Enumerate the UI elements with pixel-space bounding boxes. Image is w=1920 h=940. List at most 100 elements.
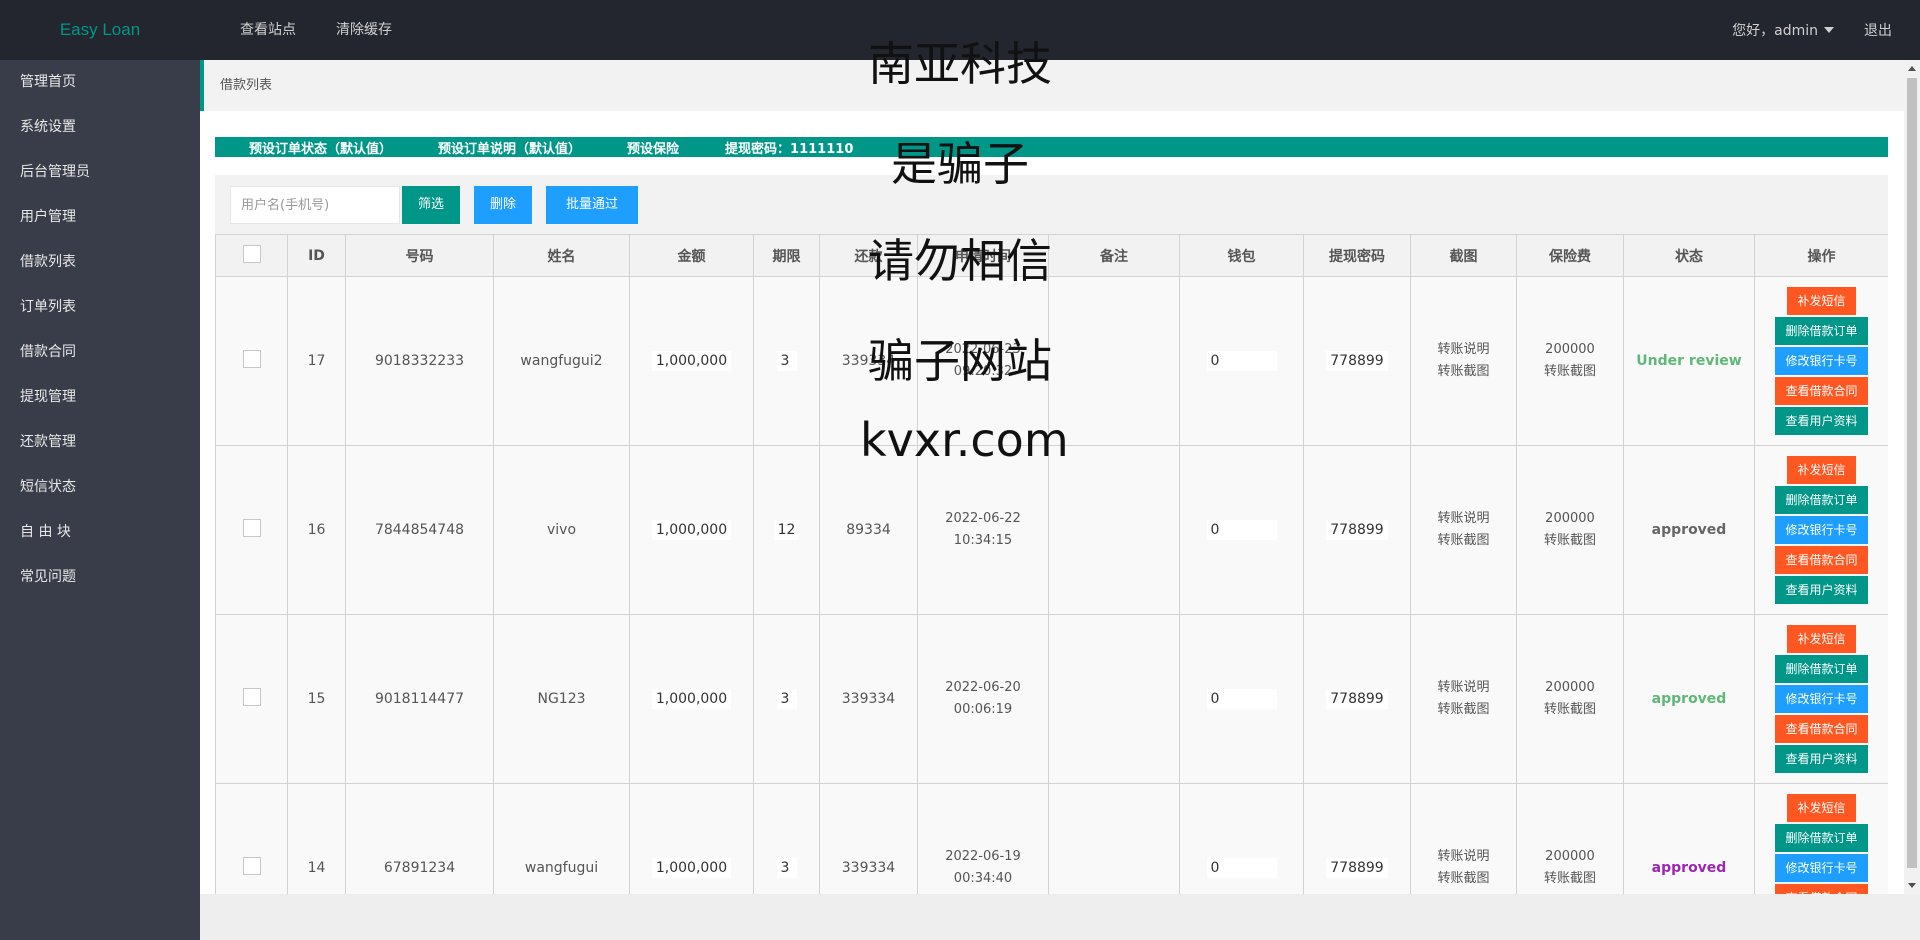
sidebar-item-withdrawals[interactable]: 提现管理 — [0, 375, 200, 420]
insurance-screenshot-link[interactable]: 转账截图 — [1517, 530, 1623, 552]
view-contract-button[interactable]: 查看借款合同 — [1775, 546, 1868, 574]
sidebar-item-orders[interactable]: 订单列表 — [0, 285, 200, 330]
view-contract-button[interactable]: 查看借款合同 — [1775, 715, 1868, 743]
delete-loan-order-button[interactable]: 删除借款订单 — [1775, 655, 1868, 683]
cell-apply-time: 2022-06-20 00:06:19 — [917, 614, 1049, 784]
sidebar-item-home[interactable]: 管理首页 — [0, 60, 200, 105]
sidebar-item-loans[interactable]: 借款列表 — [0, 240, 200, 285]
delete-loan-order-button[interactable]: 删除借款订单 — [1775, 317, 1868, 345]
cell-note — [1048, 445, 1180, 615]
sidebar-item-sms-status[interactable]: 短信状态 — [0, 465, 200, 510]
sidebar-item-contracts[interactable]: 借款合同 — [0, 330, 200, 375]
insurance-screenshot-link[interactable]: 转账截图 — [1517, 361, 1623, 383]
cell-insurance: 200000 转账截图 — [1516, 276, 1624, 446]
term-input[interactable]: 3 — [776, 689, 797, 709]
col-term: 期限 — [753, 234, 820, 277]
wallet-input[interactable]: 0 — [1206, 351, 1277, 371]
amount-input[interactable]: 1,000,000 — [651, 520, 732, 540]
term-input[interactable]: 3 — [776, 351, 797, 371]
view-user-profile-button[interactable]: 查看用户资料 — [1775, 576, 1868, 604]
wallet-input[interactable]: 0 — [1206, 689, 1277, 709]
cell-amount: 1,000,000 — [629, 445, 754, 615]
resend-sms-button[interactable]: 补发短信 — [1787, 794, 1856, 822]
cell-amount: 1,000,000 — [629, 276, 754, 446]
resend-sms-button[interactable]: 补发短信 — [1787, 287, 1856, 315]
logout-link[interactable]: 退出 — [1864, 20, 1892, 40]
cell-withdraw-pwd: 778899 — [1303, 276, 1411, 446]
cell-name: wangfugui — [493, 783, 630, 894]
term-input[interactable]: 12 — [773, 520, 800, 540]
term-input[interactable]: 3 — [776, 858, 797, 878]
cell-wallet: 0 — [1179, 614, 1304, 784]
sidebar-item-repayments[interactable]: 还款管理 — [0, 420, 200, 465]
sidebar-item-settings[interactable]: 系统设置 — [0, 105, 200, 150]
col-amount: 金额 — [629, 234, 754, 277]
notice-order-desc[interactable]: 预设订单说明（默认值） — [438, 138, 581, 157]
logo[interactable]: Easy Loan — [0, 0, 200, 60]
table-row: 17 9018332233 wangfugui2 1,000,000 3 339334 20… — [215, 276, 1888, 446]
transfer-screenshot-link[interactable]: 转账截图 — [1411, 361, 1516, 383]
scroll-down-icon[interactable] — [1908, 883, 1916, 888]
withdraw-pwd-input[interactable]: 778899 — [1326, 351, 1388, 371]
clear-cache-link[interactable]: 清除缓存 — [316, 0, 412, 60]
batch-approve-button[interactable]: 批量通过 — [546, 186, 639, 224]
amount-input[interactable]: 1,000,000 — [651, 351, 732, 371]
amount-input[interactable]: 1,000,000 — [651, 858, 732, 878]
view-contract-button[interactable]: 查看借款合同 — [1775, 884, 1868, 894]
chevron-down-icon[interactable] — [1824, 27, 1834, 33]
search-input[interactable] — [230, 186, 400, 224]
edit-bank-card-button[interactable]: 修改银行卡号 — [1775, 854, 1868, 882]
cell-repay: 89334 — [819, 445, 918, 615]
withdraw-pwd-input[interactable]: 778899 — [1326, 689, 1388, 709]
edit-bank-card-button[interactable]: 修改银行卡号 — [1775, 685, 1868, 713]
transfer-screenshot-link[interactable]: 转账截图 — [1411, 530, 1516, 552]
insurance-screenshot-link[interactable]: 转账截图 — [1517, 868, 1623, 890]
resend-sms-button[interactable]: 补发短信 — [1787, 456, 1856, 484]
sidebar-item-users[interactable]: 用户管理 — [0, 195, 200, 240]
wallet-input[interactable]: 0 — [1206, 520, 1277, 540]
row-checkbox[interactable] — [242, 350, 261, 368]
view-user-profile-button[interactable]: 查看用户资料 — [1775, 407, 1868, 435]
delete-loan-order-button[interactable]: 删除借款订单 — [1775, 486, 1868, 514]
footer-strip — [200, 894, 1920, 940]
withdraw-pwd-input[interactable]: 778899 — [1326, 858, 1388, 878]
apply-time: 09:20:32 — [953, 364, 1013, 379]
view-site-link[interactable]: 查看站点 — [220, 0, 316, 60]
withdraw-pwd-input[interactable]: 778899 — [1326, 520, 1388, 540]
edit-bank-card-button[interactable]: 修改银行卡号 — [1775, 516, 1868, 544]
scroll-up-icon[interactable] — [1908, 66, 1916, 71]
view-user-profile-button[interactable]: 查看用户资料 — [1775, 745, 1868, 773]
transfer-note-link[interactable]: 转账说明 — [1411, 339, 1516, 361]
notice-insurance[interactable]: 预设保险 — [627, 138, 679, 157]
insurance-screenshot-link[interactable]: 转账截图 — [1517, 699, 1623, 721]
row-checkbox[interactable] — [242, 688, 261, 706]
delete-loan-order-button[interactable]: 删除借款订单 — [1775, 824, 1868, 852]
view-contract-button[interactable]: 查看借款合同 — [1775, 377, 1868, 405]
filter-button[interactable]: 筛选 — [402, 186, 461, 224]
transfer-note-link[interactable]: 转账说明 — [1411, 508, 1516, 530]
transfer-screenshot-link[interactable]: 转账截图 — [1411, 868, 1516, 890]
user-greeting[interactable]: 您好，admin — [1732, 20, 1818, 40]
transfer-note-link[interactable]: 转账说明 — [1411, 846, 1516, 868]
select-all-checkbox[interactable] — [242, 244, 261, 263]
vertical-scrollbar[interactable] — [1904, 60, 1920, 894]
col-id: ID — [287, 234, 346, 277]
notice-order-status[interactable]: 预设订单状态（默认值） — [249, 138, 392, 157]
sidebar-item-free-block[interactable]: 自 由 块 — [0, 510, 200, 555]
row-select-cell — [215, 276, 288, 446]
edit-bank-card-button[interactable]: 修改银行卡号 — [1775, 347, 1868, 375]
row-checkbox[interactable] — [242, 519, 261, 537]
scroll-thumb[interactable] — [1907, 78, 1917, 868]
cell-term: 3 — [753, 276, 820, 446]
sidebar-item-admins[interactable]: 后台管理员 — [0, 150, 200, 195]
transfer-note-link[interactable]: 转账说明 — [1411, 677, 1516, 699]
sidebar-item-faq[interactable]: 常见问题 — [0, 555, 200, 600]
delete-button[interactable]: 删除 — [474, 186, 533, 224]
row-checkbox[interactable] — [242, 857, 261, 875]
resend-sms-button[interactable]: 补发短信 — [1787, 625, 1856, 653]
apply-date: 2022-06-20 — [945, 680, 1021, 695]
col-repay: 还款 — [819, 234, 918, 277]
transfer-screenshot-link[interactable]: 转账截图 — [1411, 699, 1516, 721]
amount-input[interactable]: 1,000,000 — [651, 689, 732, 709]
wallet-input[interactable]: 0 — [1206, 858, 1277, 878]
